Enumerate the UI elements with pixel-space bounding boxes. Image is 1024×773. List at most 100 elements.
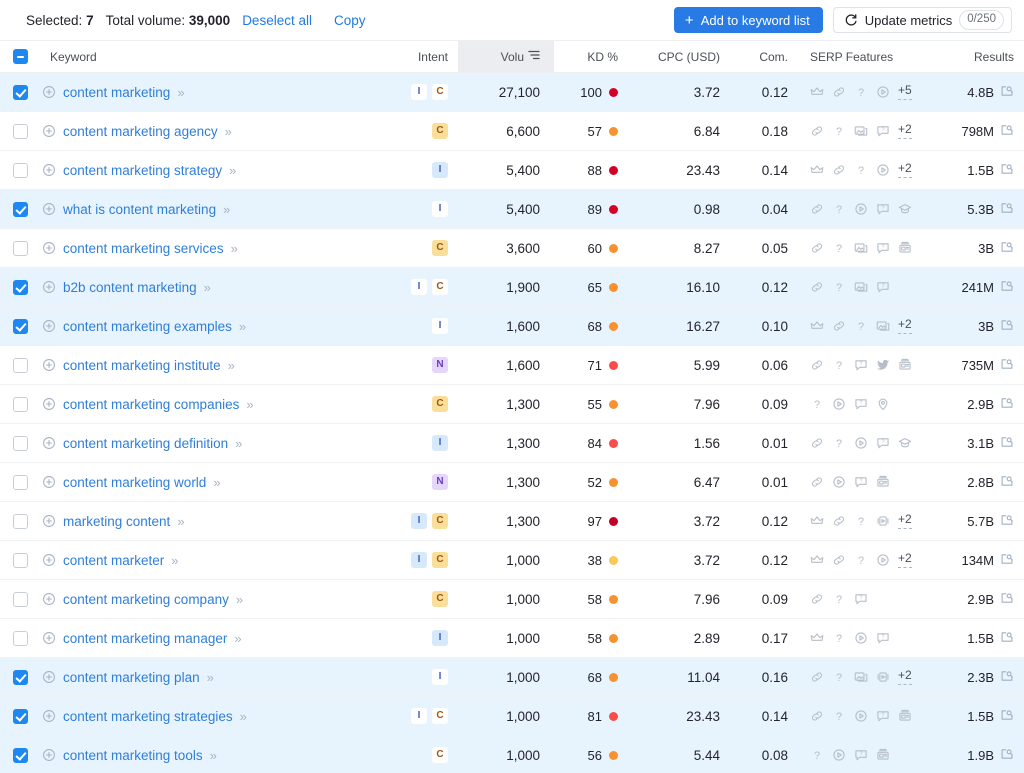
serp-feature-image-icon[interactable] xyxy=(854,280,868,294)
add-keyword-icon[interactable] xyxy=(42,475,56,489)
header-intent[interactable]: Intent xyxy=(402,40,458,73)
serp-feature-video-icon[interactable] xyxy=(832,748,846,762)
view-serp-icon[interactable] xyxy=(1000,435,1014,452)
intent-badge-c[interactable]: C xyxy=(432,123,448,139)
serp-feature-scholar-icon[interactable] xyxy=(898,202,912,216)
add-keyword-icon[interactable] xyxy=(42,748,56,762)
intent-badge-c[interactable]: C xyxy=(432,747,448,763)
keyword-expand-icon[interactable]: » xyxy=(234,631,241,646)
row-checkbox[interactable] xyxy=(12,475,28,491)
serp-more-button[interactable]: +2 xyxy=(898,669,912,685)
row-checkbox[interactable] xyxy=(12,280,28,296)
serp-feature-image-icon[interactable] xyxy=(854,241,868,255)
serp-feature-link-icon[interactable] xyxy=(810,670,824,684)
serp-feature-link-icon[interactable] xyxy=(810,202,824,216)
intent-badge-i[interactable]: I xyxy=(411,279,427,295)
serp-feature-video-icon[interactable] xyxy=(854,436,868,450)
keyword-expand-icon[interactable]: » xyxy=(210,748,217,763)
keyword-link[interactable]: content marketing companies xyxy=(63,397,239,412)
serp-feature-link-icon[interactable] xyxy=(832,85,846,99)
view-serp-icon[interactable] xyxy=(1000,123,1014,140)
table-row[interactable]: marketing content » IC 1,300 97 3.72 0.1… xyxy=(0,502,1024,541)
keyword-link[interactable]: what is content marketing xyxy=(63,202,216,217)
serp-feature-crown-icon[interactable] xyxy=(810,163,824,177)
keyword-expand-icon[interactable]: » xyxy=(171,553,178,568)
view-serp-icon[interactable] xyxy=(1000,591,1014,608)
serp-feature-faq-icon[interactable]: ? xyxy=(876,631,890,645)
serp-feature-question-icon[interactable]: ? xyxy=(832,592,846,606)
view-serp-icon[interactable] xyxy=(1000,279,1014,296)
intent-badge-i[interactable]: I xyxy=(411,552,427,568)
intent-badge-c[interactable]: C xyxy=(432,279,448,295)
intent-badge-c[interactable]: C xyxy=(432,84,448,100)
add-keyword-icon[interactable] xyxy=(42,631,56,645)
row-checkbox[interactable] xyxy=(12,358,28,374)
row-checkbox[interactable] xyxy=(12,631,28,647)
view-serp-icon[interactable] xyxy=(1000,162,1014,179)
table-row[interactable]: content marketing plan » I 1,000 68 11.0… xyxy=(0,657,1024,697)
row-checkbox[interactable] xyxy=(12,163,28,179)
row-checkbox[interactable] xyxy=(12,670,28,686)
keyword-expand-icon[interactable]: » xyxy=(246,397,253,412)
add-keyword-icon[interactable] xyxy=(42,553,56,567)
add-keyword-icon[interactable] xyxy=(42,592,56,606)
serp-feature-image-icon[interactable] xyxy=(854,670,868,684)
intent-badge-n[interactable]: N xyxy=(432,474,448,490)
add-keyword-icon[interactable] xyxy=(42,85,56,99)
header-results[interactable]: Results xyxy=(932,40,1024,73)
view-serp-icon[interactable] xyxy=(1000,747,1014,764)
serp-feature-question-icon[interactable]: ? xyxy=(810,397,824,411)
serp-feature-news-icon[interactable] xyxy=(898,358,912,372)
add-keyword-icon[interactable] xyxy=(42,241,56,255)
table-row[interactable]: content marketing companies » C 1,300 55… xyxy=(0,385,1024,424)
view-serp-icon[interactable] xyxy=(1000,84,1014,101)
row-checkbox[interactable] xyxy=(12,748,28,764)
serp-feature-video-icon[interactable] xyxy=(832,397,846,411)
serp-feature-link-icon[interactable] xyxy=(810,280,824,294)
serp-feature-scholar-icon[interactable] xyxy=(898,436,912,450)
intent-badge-c[interactable]: C xyxy=(432,708,448,724)
serp-feature-question-icon[interactable]: ? xyxy=(832,202,846,216)
add-keyword-icon[interactable] xyxy=(42,436,56,450)
header-com[interactable]: Com. xyxy=(732,40,800,73)
keyword-link[interactable]: content marketing examples xyxy=(63,319,232,334)
intent-badge-n[interactable]: N xyxy=(432,357,448,373)
row-checkbox[interactable] xyxy=(12,592,28,608)
table-row[interactable]: what is content marketing » I 5,400 89 0… xyxy=(0,189,1024,229)
serp-feature-faq-icon[interactable]: ? xyxy=(876,709,890,723)
keyword-link[interactable]: content marketing manager xyxy=(63,631,227,646)
header-volume[interactable]: Volu xyxy=(458,40,554,73)
serp-feature-video-icon[interactable] xyxy=(854,631,868,645)
serp-feature-link-icon[interactable] xyxy=(810,475,824,489)
serp-feature-link-icon[interactable] xyxy=(832,319,846,333)
add-keyword-icon[interactable] xyxy=(42,397,56,411)
serp-feature-question-icon[interactable]: ? xyxy=(832,241,846,255)
serp-feature-faq-icon[interactable]: ? xyxy=(854,397,868,411)
serp-feature-video-icon[interactable] xyxy=(854,202,868,216)
serp-feature-crown-icon[interactable] xyxy=(810,553,824,567)
serp-feature-link-icon[interactable] xyxy=(810,436,824,450)
serp-feature-question-icon[interactable]: ? xyxy=(832,670,846,684)
serp-feature-link-icon[interactable] xyxy=(832,163,846,177)
view-serp-icon[interactable] xyxy=(1000,708,1014,725)
row-checkbox[interactable] xyxy=(12,202,28,218)
serp-feature-question-icon[interactable]: ? xyxy=(854,553,868,567)
intent-badge-i[interactable]: I xyxy=(432,669,448,685)
table-row[interactable]: content marketing services » C 3,600 60 … xyxy=(0,229,1024,268)
header-keyword[interactable]: Keyword xyxy=(40,40,402,73)
serp-feature-question-icon[interactable]: ? xyxy=(832,124,846,138)
keyword-link[interactable]: content marketing world xyxy=(63,475,206,490)
serp-feature-news-icon[interactable] xyxy=(898,241,912,255)
intent-badge-i[interactable]: I xyxy=(432,435,448,451)
keyword-expand-icon[interactable]: » xyxy=(229,163,236,178)
table-row[interactable]: content marketer » IC 1,000 38 3.72 0.12… xyxy=(0,541,1024,580)
serp-feature-question-icon[interactable]: ? xyxy=(810,748,824,762)
keyword-link[interactable]: content marketing strategy xyxy=(63,163,222,178)
view-serp-icon[interactable] xyxy=(1000,474,1014,491)
serp-feature-faq-icon[interactable]: ? xyxy=(876,124,890,138)
add-keyword-icon[interactable] xyxy=(42,514,56,528)
intent-badge-i[interactable]: I xyxy=(411,84,427,100)
row-checkbox[interactable] xyxy=(12,85,28,101)
serp-more-button[interactable]: +5 xyxy=(898,84,912,100)
table-row[interactable]: content marketing examples » I 1,600 68 … xyxy=(0,306,1024,346)
